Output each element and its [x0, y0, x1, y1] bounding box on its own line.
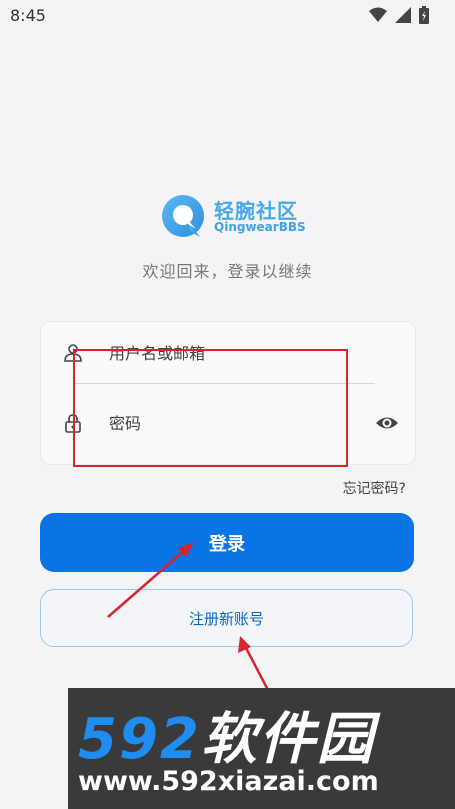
lock-icon — [65, 414, 81, 433]
app-logo: 轻腕社区 QingwearBBS — [160, 193, 306, 241]
login-form-card — [40, 321, 416, 465]
register-button[interactable]: 注册新账号 — [40, 589, 413, 647]
logo-subtitle: QingwearBBS — [214, 220, 306, 234]
user-icon — [64, 344, 82, 362]
watermark-number: 592 — [78, 707, 201, 772]
watermark-banner: 592软件园 www.592xiazai.com — [68, 688, 455, 809]
logo-chat-icon — [162, 195, 204, 237]
signal-icon — [395, 7, 411, 27]
status-icons — [369, 6, 429, 28]
status-time: 8:45 — [10, 6, 46, 25]
status-bar: 8:45 — [0, 0, 455, 32]
welcome-text: 欢迎回来，登录以继续 — [142, 262, 313, 281]
username-input[interactable] — [107, 336, 351, 370]
battery-icon — [419, 6, 429, 28]
watermark-logo: 592软件园 — [78, 694, 375, 775]
forgot-password-link[interactable]: 忘记密码? — [343, 478, 406, 498]
field-divider — [75, 383, 375, 384]
username-row — [41, 322, 415, 383]
watermark-url: www.592xiazai.com — [78, 766, 379, 797]
watermark-text: 软件园 — [200, 707, 375, 772]
password-row — [41, 392, 415, 453]
login-button[interactable]: 登录 — [40, 513, 414, 572]
wifi-icon — [369, 7, 387, 27]
eye-icon[interactable] — [375, 411, 399, 435]
password-input[interactable] — [107, 406, 351, 440]
